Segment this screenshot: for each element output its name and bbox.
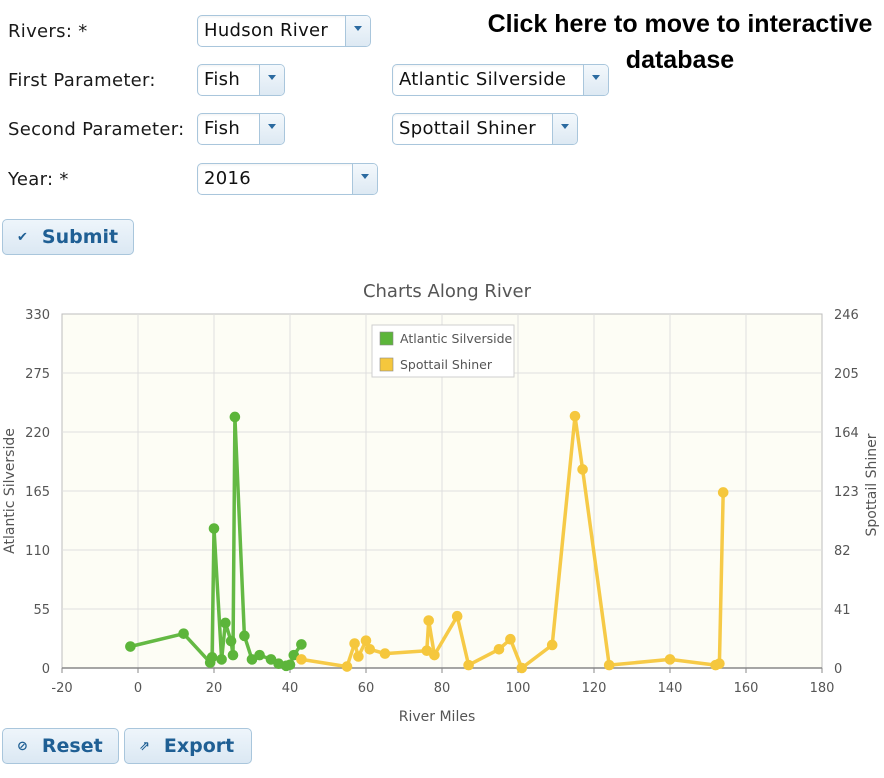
y-left-axis-label: Atlantic Silverside [2, 428, 18, 554]
legend-label: Spottail Shiner [400, 357, 493, 372]
data-point-spottail-shiner [379, 648, 391, 659]
y-right-tick-label: 82 [834, 544, 851, 559]
data-point-atlantic-silverside [220, 617, 231, 629]
x-tick-label: 0 [134, 681, 142, 696]
y-right-tick-label: 0 [834, 662, 842, 677]
data-point-atlantic-silverside [229, 411, 241, 423]
data-point-atlantic-silverside [208, 523, 220, 534]
data-point-atlantic-silverside [216, 654, 227, 665]
data-point-spottail-shiner [569, 410, 581, 422]
reset-icon: ⊘ [17, 738, 28, 754]
x-tick-label: 80 [434, 681, 451, 696]
export-button-label: Export [163, 735, 235, 757]
data-point-spottail-shiner [664, 654, 676, 665]
x-tick-label: 60 [358, 681, 375, 696]
y-left-tick-label: 0 [42, 662, 50, 677]
data-point-spottail-shiner [429, 649, 440, 661]
y-right-tick-label: 246 [834, 308, 859, 323]
x-tick-label: -20 [51, 681, 72, 696]
reset-button-label: Reset [41, 735, 103, 757]
legend-label: Atlantic Silverside [400, 331, 513, 346]
x-tick-label: 160 [734, 681, 759, 696]
y-left-tick-label: 165 [25, 485, 50, 500]
data-point-spottail-shiner [349, 638, 360, 649]
data-point-spottail-shiner [516, 662, 528, 674]
data-point-atlantic-silverside [254, 649, 265, 661]
data-point-atlantic-silverside [239, 630, 250, 642]
data-point-atlantic-silverside [296, 639, 307, 650]
data-point-spottail-shiner [364, 643, 376, 655]
data-point-atlantic-silverside [125, 641, 136, 652]
y-left-tick-label: 220 [25, 426, 50, 441]
data-point-spottail-shiner [717, 487, 729, 498]
export-button[interactable]: ⇗ Export [124, 728, 252, 764]
y-left-tick-label: 55 [33, 603, 50, 618]
x-tick-label: 180 [810, 681, 835, 696]
y-right-tick-label: 164 [834, 426, 859, 441]
chart-title: Charts Along River [363, 281, 532, 302]
data-point-spottail-shiner [451, 610, 463, 622]
river-chart: -20 0 20 40 60 80 100 120 140 160 1800551101652202… [2, 281, 880, 725]
data-point-spottail-shiner [296, 654, 307, 665]
data-point-spottail-shiner [505, 633, 516, 645]
data-point-spottail-shiner [463, 659, 474, 671]
data-point-spottail-shiner [714, 658, 725, 669]
data-point-atlantic-silverside [227, 649, 239, 661]
x-tick-label: 40 [282, 681, 299, 696]
data-point-spottail-shiner [546, 639, 558, 651]
x-tick-label: 140 [658, 681, 683, 696]
data-point-atlantic-silverside [206, 651, 218, 663]
y-right-tick-label: 123 [834, 485, 859, 500]
legend-swatch [379, 331, 394, 346]
y-left-tick-label: 110 [25, 544, 50, 559]
y-left-tick-label: 330 [25, 308, 50, 323]
data-point-spottail-shiner [577, 464, 588, 475]
external-link-icon: ⇗ [139, 738, 150, 754]
data-point-spottail-shiner [603, 659, 615, 671]
data-point-spottail-shiner [423, 615, 435, 626]
data-point-spottail-shiner [493, 643, 505, 655]
data-point-atlantic-silverside [284, 659, 296, 671]
data-point-atlantic-silverside [225, 635, 237, 647]
x-tick-label: 100 [506, 681, 531, 696]
legend-swatch [379, 357, 394, 372]
x-tick-label: 120 [582, 681, 607, 696]
data-point-spottail-shiner [341, 661, 353, 672]
y-right-tick-label: 41 [834, 603, 851, 618]
y-right-tick-label: 205 [834, 367, 859, 382]
y-right-axis-label: Spottail Shiner [864, 433, 880, 536]
x-tick-label: 20 [206, 681, 223, 696]
data-point-spottail-shiner [353, 651, 364, 662]
reset-button[interactable]: ⊘ Reset [2, 728, 119, 764]
data-point-atlantic-silverside [178, 628, 189, 639]
y-left-tick-label: 275 [25, 367, 50, 382]
x-axis-label: River Miles [399, 709, 476, 725]
